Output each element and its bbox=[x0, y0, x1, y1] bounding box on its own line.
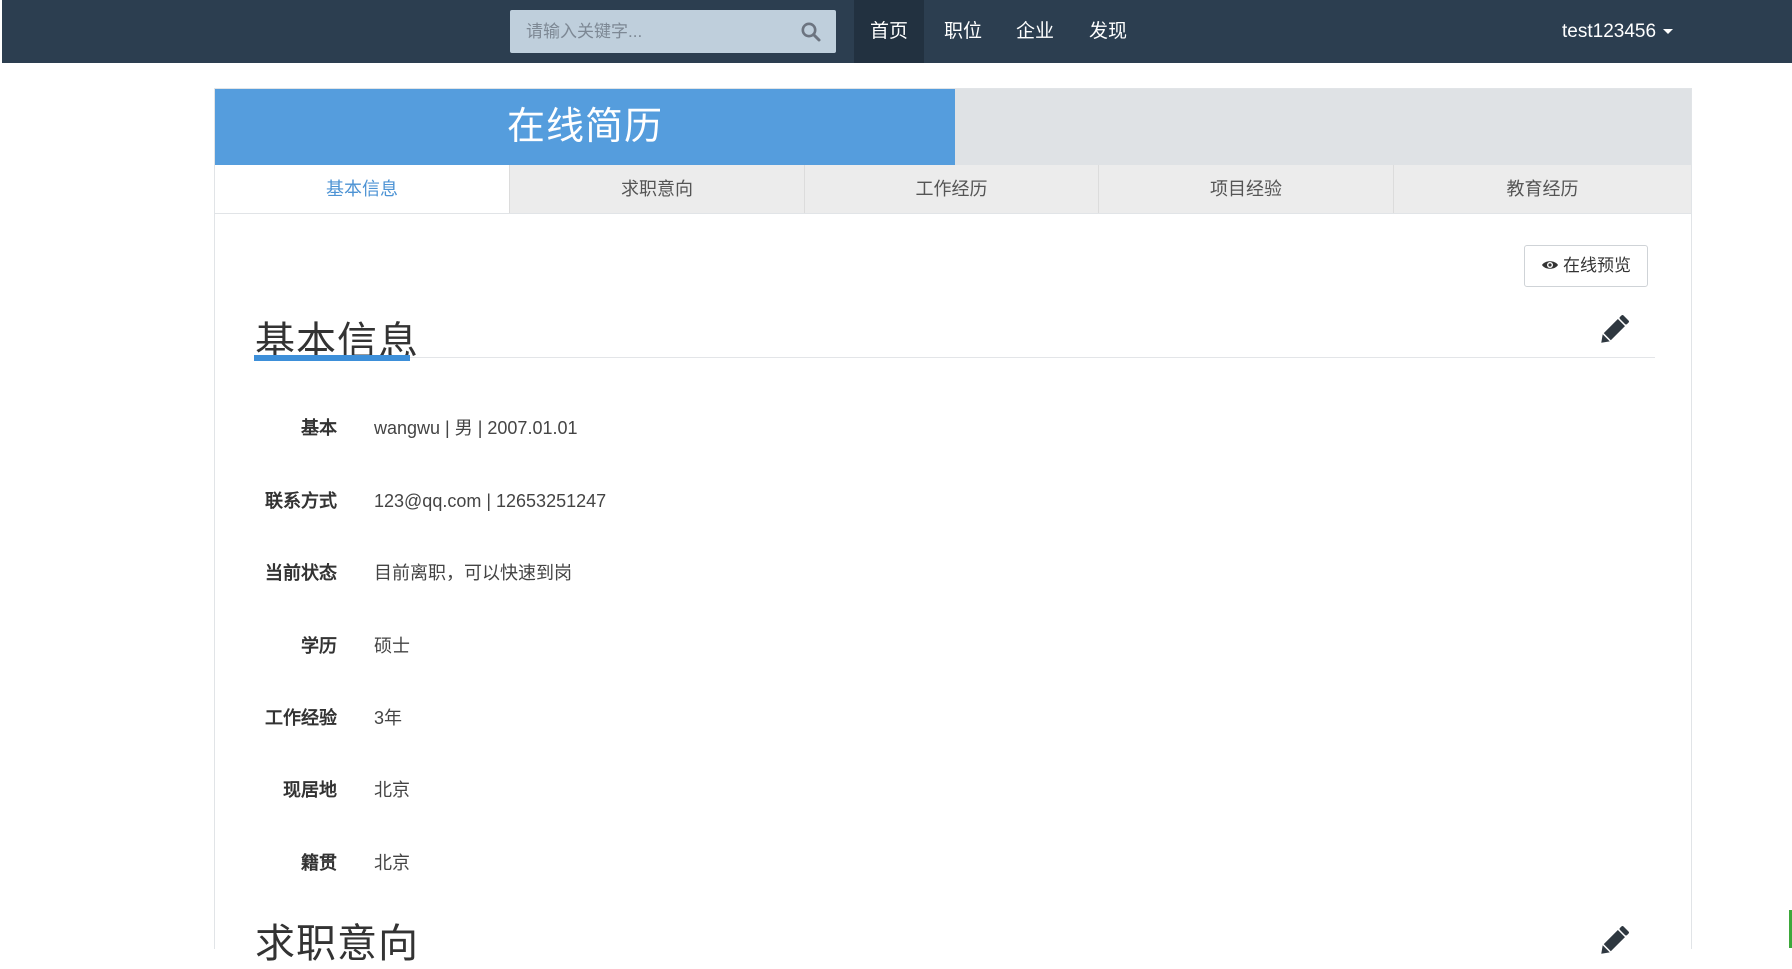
tab-job-intention[interactable]: 求职意向 bbox=[510, 165, 805, 213]
info-value: 123@qq.com | 12653251247 bbox=[374, 491, 607, 511]
info-label: 工作经验 bbox=[265, 708, 337, 728]
info-value: wangwu | 男 | 2007.01.01 bbox=[374, 418, 578, 438]
resume-tabs: 基本信息 求职意向 工作经历 项目经验 教育经历 bbox=[215, 165, 1691, 214]
user-menu[interactable]: test123456 bbox=[1562, 0, 1674, 63]
tab-work-experience[interactable]: 工作经历 bbox=[805, 165, 1099, 213]
resume-card: 在线简历 基本信息 求职意向 工作经历 项目经验 教育经历 在线预览 基本信息 … bbox=[214, 88, 1692, 966]
tab-project-experience[interactable]: 项目经验 bbox=[1099, 165, 1394, 213]
info-label: 基本 bbox=[301, 418, 337, 438]
nav-discover[interactable]: 发现 bbox=[1073, 0, 1143, 63]
user-name: test123456 bbox=[1562, 21, 1657, 42]
section-divider bbox=[255, 357, 1655, 358]
online-preview-button[interactable]: 在线预览 bbox=[1524, 245, 1648, 287]
info-label: 联系方式 bbox=[265, 491, 337, 511]
nav-home[interactable]: 首页 bbox=[854, 0, 924, 63]
pencil-icon[interactable] bbox=[1596, 312, 1632, 348]
eye-icon bbox=[1542, 261, 1558, 269]
online-preview-label: 在线预览 bbox=[1563, 256, 1631, 275]
section-accent-bar bbox=[254, 355, 410, 361]
info-label: 籍贯 bbox=[301, 853, 337, 873]
info-value: 硕士 bbox=[374, 636, 410, 656]
info-label: 当前状态 bbox=[265, 563, 337, 583]
search-icon[interactable] bbox=[800, 21, 822, 43]
info-label: 现居地 bbox=[283, 780, 337, 800]
pencil-icon[interactable] bbox=[1596, 923, 1632, 959]
info-label: 学历 bbox=[301, 636, 337, 656]
top-navbar: 首页 职位 企业 发现 test123456 bbox=[2, 0, 1792, 63]
caret-down-icon bbox=[1663, 29, 1674, 35]
search-box bbox=[510, 10, 836, 53]
tab-education[interactable]: 教育经历 bbox=[1394, 165, 1691, 213]
info-value: 目前离职，可以快速到岗 bbox=[374, 563, 572, 583]
nav-jobs[interactable]: 职位 bbox=[928, 0, 998, 63]
info-value: 北京 bbox=[374, 853, 410, 873]
search-input[interactable] bbox=[510, 10, 812, 53]
nav-companies[interactable]: 企业 bbox=[1000, 0, 1070, 63]
info-value: 北京 bbox=[374, 780, 410, 800]
page-title: 在线简历 bbox=[506, 106, 663, 148]
info-value: 3年 bbox=[374, 708, 403, 728]
section-title-job-intention: 求职意向 bbox=[255, 922, 419, 966]
resume-banner: 在线简历 bbox=[215, 89, 1691, 165]
tab-basic-info[interactable]: 基本信息 bbox=[215, 165, 510, 213]
